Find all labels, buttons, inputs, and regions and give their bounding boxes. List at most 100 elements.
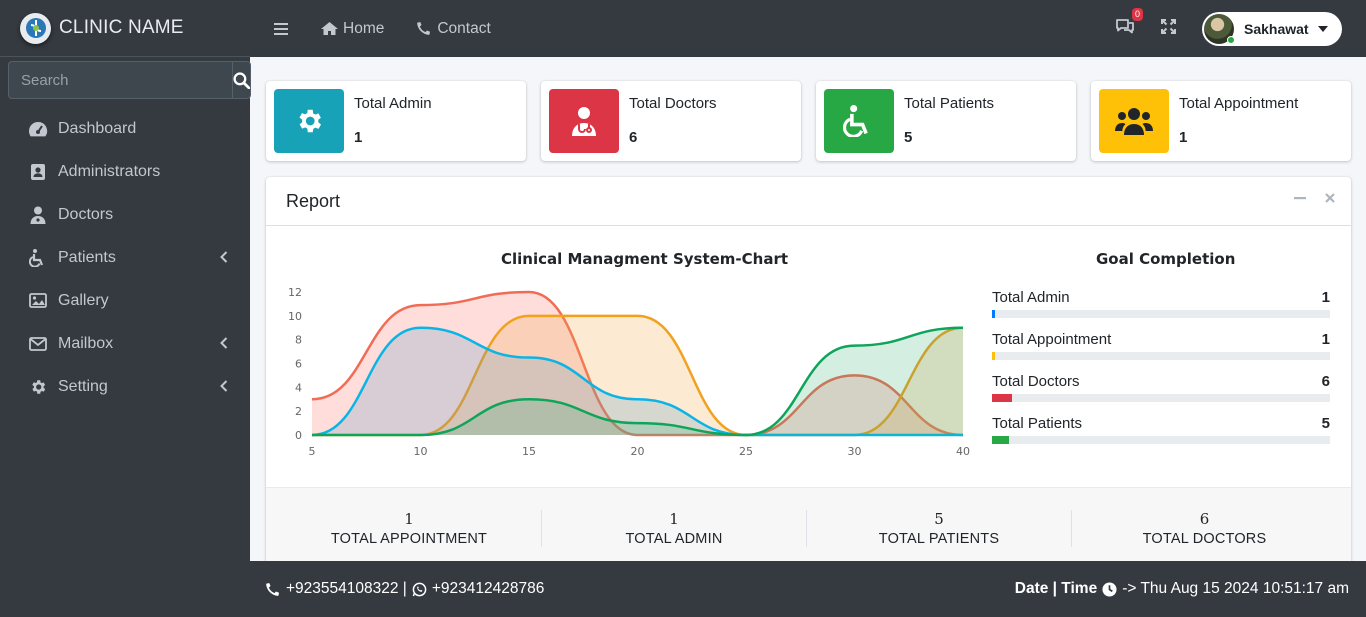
goal-progress-fill	[992, 394, 1013, 402]
footer-whatsapp: +923412428786	[431, 580, 545, 597]
users-icon	[1115, 108, 1153, 135]
info-icon-box	[274, 89, 344, 153]
goal-progress-bar	[992, 436, 1330, 444]
sidebar-item-label: Dashboard	[58, 119, 137, 137]
x-tick-label: 20	[631, 445, 645, 458]
user-doctor-icon	[28, 205, 48, 225]
stat-doctors: 6 TOTAL DOCTORS	[1072, 510, 1337, 547]
sidebar: CLINIC NAME Dashboard Administrators Doc…	[0, 0, 251, 617]
hamburger-icon	[274, 22, 288, 35]
card-header: Report	[266, 177, 1351, 226]
goal-label: Total Admin	[992, 289, 1070, 306]
info-box-value: 1	[1179, 129, 1188, 146]
goal-completion-title: Goal Completion	[1096, 250, 1236, 268]
goal-label-row: Total Admin 1	[992, 289, 1330, 306]
goal-value: 1	[1321, 331, 1330, 348]
sidebar-search	[8, 61, 251, 99]
home-label: Home	[343, 19, 385, 37]
envelope-icon	[28, 334, 48, 354]
sidebar-item-mailbox[interactable]: Mailbox	[0, 322, 250, 365]
footer-contacts: +923554108322 | +923412428786	[265, 580, 544, 598]
goal-item: Total Admin 1	[992, 289, 1330, 318]
stat-label: TOTAL PATIENTS	[878, 531, 1000, 547]
search-input[interactable]	[8, 61, 232, 99]
brand-name: CLINIC NAME	[59, 17, 184, 38]
x-tick-label: 30	[848, 445, 862, 458]
stat-label: TOTAL DOCTORS	[1142, 531, 1267, 547]
card-title: Report	[286, 190, 341, 211]
report-card: Report Clinical Managment System-Chart 0…	[266, 177, 1351, 561]
goal-value: 1	[1321, 289, 1330, 306]
stat-patients: 5 TOTAL PATIENTS	[807, 510, 1072, 547]
datetime-value: -> Thu Aug 15 2024 10:51:17 am	[1122, 580, 1349, 597]
wheelchair-icon	[843, 105, 868, 137]
goal-progress-bar	[992, 310, 1330, 318]
y-tick-label: 4	[295, 381, 302, 394]
sidebar-item-setting[interactable]: Setting	[0, 365, 250, 408]
sidebar-item-patients[interactable]: Patients	[0, 236, 250, 279]
sidebar-item-dashboard[interactable]: Dashboard	[0, 107, 250, 150]
info-box-value: 6	[629, 129, 638, 146]
area-chart: 0 2 4 6 8 10 12 5 10 15 20 25 30 40	[288, 286, 970, 458]
stat-label: TOTAL ADMIN	[625, 531, 723, 547]
goal-progress-bar	[992, 352, 1330, 360]
info-icon-box	[824, 89, 894, 153]
chevron-left-icon	[220, 337, 228, 349]
home-link[interactable]: Home	[320, 20, 384, 38]
sidebar-item-doctors[interactable]: Doctors	[0, 193, 250, 236]
info-icon-box	[1099, 89, 1169, 153]
clock-icon	[1102, 581, 1117, 597]
info-box-admin[interactable]: Total Admin 1	[266, 81, 526, 161]
contact-label: Contact	[437, 19, 491, 37]
sidebar-item-administrators[interactable]: Administrators	[0, 150, 250, 193]
notification-badge: 0	[1131, 8, 1143, 21]
sidebar-item-label: Administrators	[58, 162, 161, 180]
y-tick-label: 8	[295, 334, 302, 347]
info-box-appointment[interactable]: Total Appointment 1	[1091, 81, 1351, 161]
goal-label: Total Appointment	[992, 331, 1112, 348]
sidebar-nav: Dashboard Administrators Doctors Patient…	[0, 107, 250, 408]
info-box-doctors[interactable]: Total Doctors 6	[541, 81, 801, 161]
contact-link[interactable]: Contact	[416, 19, 491, 38]
goal-progress-bar	[992, 394, 1330, 402]
stat-value: 1	[669, 510, 679, 528]
info-icon-box	[549, 89, 619, 153]
chevron-left-icon	[220, 251, 228, 263]
search-icon	[233, 71, 250, 89]
sidebar-item-gallery[interactable]: Gallery	[0, 279, 250, 322]
expand-icon	[1161, 18, 1176, 34]
image-icon	[28, 291, 48, 311]
chevron-left-icon	[220, 380, 228, 392]
goal-progress-fill	[992, 310, 996, 318]
search-button[interactable]	[232, 61, 251, 99]
sidebar-item-label: Gallery	[58, 291, 109, 309]
stat-value: 5	[934, 510, 944, 528]
notifications-button[interactable]: 0	[1115, 8, 1143, 39]
info-box-patients[interactable]: Total Patients 5	[816, 81, 1076, 161]
x-tick-label: 15	[522, 445, 536, 458]
fullscreen-button[interactable]	[1161, 18, 1176, 39]
footer-phone: +923554108322 |	[286, 580, 407, 597]
close-icon[interactable]	[1323, 191, 1337, 205]
user-doctor-icon	[572, 107, 596, 136]
goal-progress-fill	[992, 352, 996, 360]
user-menu-button[interactable]: Sakhawat	[1202, 11, 1342, 46]
goal-label-row: Total Appointment 1	[992, 331, 1330, 348]
goal-item: Total Appointment 1	[992, 331, 1330, 360]
card-footer-stats: 1 TOTAL APPOINTMENT 1 TOTAL ADMIN 5 TOTA…	[266, 487, 1351, 561]
comments-icon	[1116, 19, 1134, 34]
goal-label: Total Patients	[992, 415, 1083, 432]
info-box-value: 1	[354, 129, 363, 146]
stat-label: TOTAL APPOINTMENT	[330, 531, 488, 547]
minus-icon[interactable]	[1293, 191, 1307, 205]
menu-toggle-button[interactable]	[274, 22, 288, 35]
stat-admin: 1 TOTAL ADMIN	[542, 510, 807, 547]
stat-appointment: 1 TOTAL APPOINTMENT	[277, 510, 542, 547]
topbar-right: 0 Sakhawat	[1115, 0, 1342, 57]
goal-label-row: Total Patients 5	[992, 415, 1330, 432]
y-tick-label: 6	[295, 358, 302, 371]
x-tick-label: 10	[414, 445, 428, 458]
goal-item: Total Patients 5	[992, 415, 1330, 444]
brand[interactable]: CLINIC NAME	[0, 0, 250, 57]
sidebar-item-label: Setting	[58, 377, 108, 395]
